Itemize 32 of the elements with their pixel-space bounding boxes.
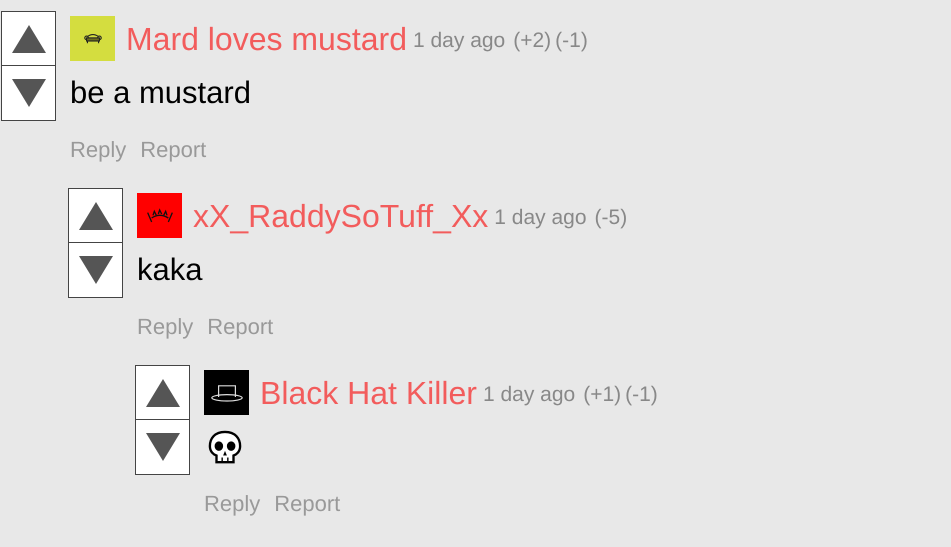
vote-count: (+2) [513, 28, 552, 54]
down-arrow-icon [146, 433, 180, 461]
username-link[interactable]: Mard loves mustard [126, 14, 407, 62]
action-link[interactable]: Reply [204, 487, 260, 520]
downvote-button[interactable] [1, 66, 56, 121]
up-arrow-icon [12, 24, 46, 52]
up-arrow-icon [146, 378, 180, 406]
vote-count: (-1) [555, 28, 588, 54]
action-link[interactable]: Report [207, 310, 274, 343]
action-link[interactable]: Reply [70, 133, 126, 166]
comment-text: kaka [137, 251, 202, 290]
username-link[interactable]: xX_RaddySoTuff_Xx [193, 192, 488, 240]
upvote-button[interactable] [1, 11, 56, 66]
up-arrow-icon [78, 202, 112, 230]
action-link[interactable]: Report [140, 133, 206, 166]
upvote-button[interactable] [135, 365, 190, 420]
skull-icon [208, 430, 242, 466]
downvote-button[interactable] [135, 420, 190, 475]
timestamp: 1 day ago [482, 382, 576, 408]
vote-count: (-5) [594, 204, 628, 231]
vote-count: (-1) [625, 382, 658, 408]
downvote-button[interactable] [68, 243, 123, 298]
action-link[interactable]: Reply [137, 310, 194, 343]
username-link[interactable]: Black Hat Killer [260, 368, 477, 416]
timestamp: 1 day ago [412, 28, 506, 54]
down-arrow-icon [12, 79, 46, 107]
vote-count: (+1) [583, 382, 622, 408]
timestamp: 1 day ago [494, 204, 587, 231]
comment-text: be a mustard [70, 74, 251, 112]
down-arrow-icon [78, 256, 112, 284]
action-link[interactable]: Report [274, 487, 340, 520]
upvote-button[interactable] [68, 188, 123, 243]
